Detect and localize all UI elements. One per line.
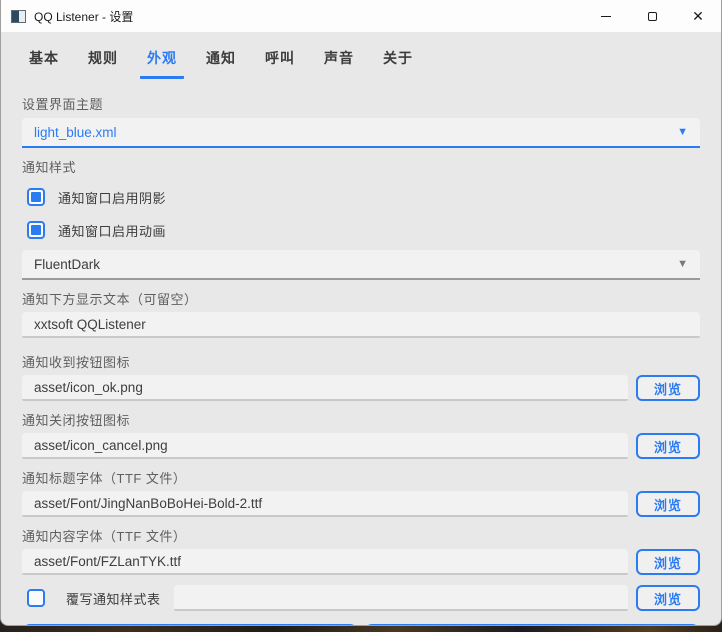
- tab-call[interactable]: 呼叫: [258, 42, 302, 79]
- cancel-icon-input[interactable]: [22, 433, 628, 459]
- titlebar: QQ Listener - 设置 ✕: [1, 0, 721, 32]
- close-icon: ✕: [692, 8, 704, 24]
- tab-rules[interactable]: 规则: [81, 42, 125, 79]
- shadow-checkbox-label: 通知窗口启用阴影: [58, 190, 167, 206]
- tab-notification[interactable]: 通知: [199, 42, 243, 79]
- chevron-down-icon: ▼: [677, 126, 688, 138]
- tab-sound[interactable]: 声音: [317, 42, 361, 79]
- title-font-label: 通知标题字体（TTF 文件）: [22, 471, 187, 486]
- ok-icon-label: 通知收到按钮图标: [22, 355, 131, 370]
- override-stylesheet-input[interactable]: [173, 585, 628, 611]
- theme-select[interactable]: light_blue.xml ▼: [22, 118, 700, 148]
- cancel-icon-label: 通知关闭按钮图标: [22, 413, 131, 428]
- content-font-browse-button[interactable]: 浏览: [636, 549, 700, 575]
- title-font-browse-button[interactable]: 浏览: [636, 491, 700, 517]
- window-controls: ✕: [583, 0, 721, 32]
- cancel-icon-row: 浏览: [22, 433, 700, 459]
- override-stylesheet-browse-button[interactable]: 浏览: [636, 585, 700, 611]
- shadow-checkbox-row: 通知窗口启用阴影: [22, 185, 700, 209]
- animation-checkbox-label: 通知窗口启用动画: [58, 223, 167, 239]
- window-style-select[interactable]: FluentDark ▼: [22, 250, 700, 280]
- animation-checkbox-row: 通知窗口启用动画: [22, 218, 700, 242]
- action-buttons: 保存设置 测试弹窗: [22, 624, 700, 625]
- content-font-label: 通知内容字体（TTF 文件）: [22, 529, 187, 544]
- notify-style-label: 通知样式: [22, 160, 77, 175]
- minimize-icon: [601, 15, 611, 17]
- content-font-input[interactable]: [22, 549, 628, 575]
- save-settings-button[interactable]: 保存设置: [22, 624, 358, 625]
- minimize-button[interactable]: [583, 0, 629, 32]
- title-font-input[interactable]: [22, 491, 628, 517]
- bottom-text-label: 通知下方显示文本（可留空）: [22, 292, 198, 307]
- window-title: QQ Listener - 设置: [34, 9, 134, 24]
- shadow-checkbox[interactable]: [27, 188, 45, 206]
- tab-about[interactable]: 关于: [376, 42, 420, 79]
- tab-bar: 基本 规则 外观 通知 呼叫 声音 关于: [1, 32, 721, 79]
- maximize-button[interactable]: [629, 0, 675, 32]
- ok-icon-input[interactable]: [22, 375, 628, 401]
- maximize-icon: [647, 11, 657, 21]
- theme-select-value: light_blue.xml: [34, 124, 117, 140]
- override-stylesheet-checkbox[interactable]: [27, 589, 45, 607]
- app-icon: [11, 9, 26, 23]
- theme-label: 设置界面主题: [22, 97, 104, 112]
- tab-appearance[interactable]: 外观: [140, 42, 184, 79]
- override-stylesheet-row: 覆写通知样式表 浏览: [22, 585, 700, 611]
- animation-checkbox[interactable]: [27, 221, 45, 239]
- window-style-select-value: FluentDark: [34, 256, 101, 272]
- close-button[interactable]: ✕: [675, 0, 721, 32]
- settings-window: QQ Listener - 设置 ✕ 基本 规则 外观 通知 呼叫 声音 关于 …: [0, 0, 722, 626]
- tab-basic[interactable]: 基本: [22, 42, 66, 79]
- test-popup-button[interactable]: 测试弹窗: [364, 624, 700, 625]
- cancel-icon-browse-button[interactable]: 浏览: [636, 433, 700, 459]
- appearance-panel: 设置界面主题 light_blue.xml ▼ 通知样式 通知窗口启用阴影 通知…: [1, 79, 721, 625]
- ok-icon-row: 浏览: [22, 375, 700, 401]
- title-font-row: 浏览: [22, 491, 700, 517]
- chevron-down-icon: ▼: [677, 258, 688, 270]
- content-font-row: 浏览: [22, 549, 700, 575]
- override-stylesheet-label: 覆写通知样式表: [66, 591, 161, 607]
- bottom-text-input[interactable]: [22, 312, 700, 338]
- ok-icon-browse-button[interactable]: 浏览: [636, 375, 700, 401]
